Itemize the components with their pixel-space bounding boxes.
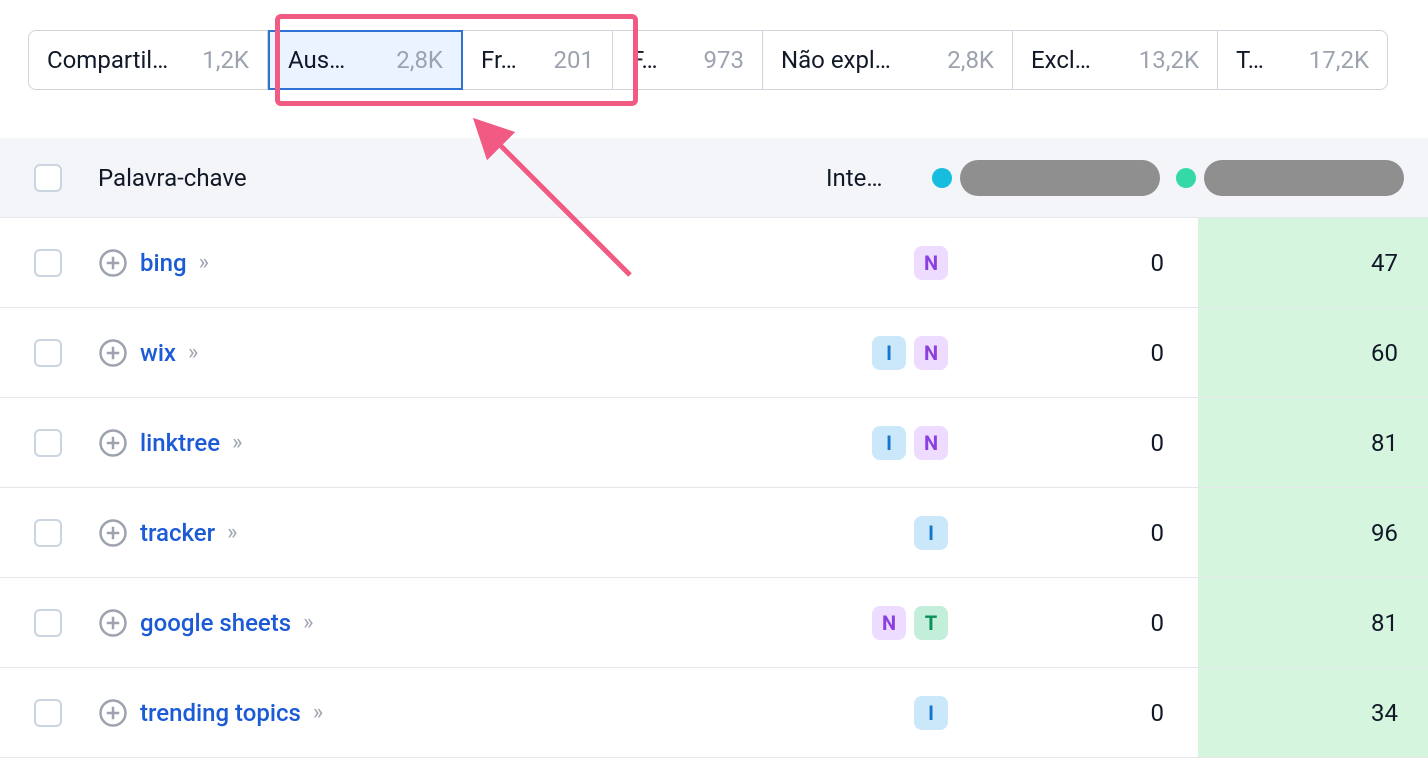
select-all-checkbox[interactable] <box>34 164 62 192</box>
redacted-label <box>960 160 1160 196</box>
tab-label: F… <box>631 46 658 74</box>
intent-badge-n: N <box>914 426 948 460</box>
keyword-link[interactable]: google sheets <box>140 609 291 637</box>
tab-label: T… <box>1236 46 1264 74</box>
metric-b-value: 96 <box>1198 488 1428 577</box>
metric-b-value: 34 <box>1198 668 1428 757</box>
column-header-metric-b[interactable] <box>1176 160 1428 196</box>
table-row: bing » N047 <box>0 218 1428 308</box>
keyword-link[interactable]: wix <box>140 339 176 367</box>
metric-a-value: 0 <box>948 249 1198 277</box>
keyword-link[interactable]: bing <box>140 249 187 277</box>
metric-a-value: 0 <box>948 609 1198 637</box>
metric-a-value: 0 <box>948 429 1198 457</box>
chevron-right-icon[interactable]: » <box>188 340 194 365</box>
chevron-right-icon[interactable]: » <box>199 250 205 275</box>
tab-label: Aus… <box>288 46 345 74</box>
metric-b-value: 60 <box>1198 308 1428 397</box>
keyword-cell: tracker » <box>98 518 838 548</box>
intent-badge-t: T <box>914 606 948 640</box>
metric-a-value: 0 <box>948 339 1198 367</box>
intent-cell: IN <box>838 336 948 370</box>
filter-tabs: Compartil… 1,2K Aus… 2,8K Fr… 201 F… 973… <box>0 0 1428 90</box>
tab-t[interactable]: T… 17,2K <box>1218 30 1388 90</box>
keyword-cell: google sheets » <box>98 608 838 638</box>
table-row: tracker » I096 <box>0 488 1428 578</box>
metric-a-value: 0 <box>948 699 1198 727</box>
dot-icon <box>1176 168 1196 188</box>
tab-excl[interactable]: Excl… 13,2K <box>1013 30 1218 90</box>
tab-count: 201 <box>554 46 594 74</box>
intent-cell: NT <box>838 606 948 640</box>
tab-nao-expl[interactable]: Não expl… 2,8K <box>763 30 1013 90</box>
intent-badge-i: I <box>872 336 906 370</box>
intent-badge-n: N <box>914 336 948 370</box>
tab-count: 13,2K <box>1139 46 1199 74</box>
table-row: linktree » IN081 <box>0 398 1428 488</box>
dot-icon <box>932 168 952 188</box>
chevron-right-icon[interactable]: » <box>313 700 319 725</box>
metric-b-value: 47 <box>1198 218 1428 307</box>
tab-label: Excl… <box>1031 46 1091 74</box>
add-circle-icon[interactable] <box>98 338 128 368</box>
intent-badge-n: N <box>872 606 906 640</box>
intent-cell: N <box>838 246 948 280</box>
keyword-link[interactable]: tracker <box>140 519 215 547</box>
table-row: trending topics » I034 <box>0 668 1428 758</box>
table-row: google sheets » NT081 <box>0 578 1428 668</box>
table-header: Palavra-chave Inte… <box>0 138 1428 218</box>
chevron-right-icon[interactable]: » <box>232 430 238 455</box>
intent-cell: I <box>838 516 948 550</box>
tab-label: Fr… <box>481 46 517 74</box>
row-checkbox[interactable] <box>34 519 62 547</box>
intent-cell: IN <box>838 426 948 460</box>
row-checkbox[interactable] <box>34 699 62 727</box>
tab-fr[interactable]: Fr… 201 <box>463 30 613 90</box>
tab-label: Não expl… <box>781 46 891 74</box>
keyword-cell: trending topics » <box>98 698 838 728</box>
keyword-link[interactable]: trending topics <box>140 699 301 727</box>
tab-count: 1,2K <box>202 46 249 74</box>
row-checkbox[interactable] <box>34 339 62 367</box>
keyword-cell: linktree » <box>98 428 838 458</box>
add-circle-icon[interactable] <box>98 518 128 548</box>
intent-badge-i: I <box>872 426 906 460</box>
intent-badge-i: I <box>914 516 948 550</box>
keyword-link[interactable]: linktree <box>140 429 220 457</box>
column-header-intent[interactable]: Inte… <box>826 164 916 192</box>
tab-count: 2,8K <box>396 46 443 74</box>
metric-b-value: 81 <box>1198 398 1428 487</box>
add-circle-icon[interactable] <box>98 608 128 638</box>
table-row: wix » IN060 <box>0 308 1428 398</box>
row-checkbox[interactable] <box>34 609 62 637</box>
redacted-label <box>1204 160 1404 196</box>
add-circle-icon[interactable] <box>98 428 128 458</box>
add-circle-icon[interactable] <box>98 698 128 728</box>
metric-b-value: 81 <box>1198 578 1428 667</box>
tab-aus[interactable]: Aus… 2,8K <box>268 30 463 90</box>
add-circle-icon[interactable] <box>98 248 128 278</box>
tab-count: 973 <box>704 46 744 74</box>
tab-count: 17,2K <box>1309 46 1369 74</box>
intent-badge-n: N <box>914 246 948 280</box>
chevron-right-icon[interactable]: » <box>227 520 233 545</box>
tab-label: Compartil… <box>47 46 168 74</box>
column-header-metric-a[interactable] <box>932 160 1160 196</box>
row-checkbox[interactable] <box>34 429 62 457</box>
keyword-cell: bing » <box>98 248 838 278</box>
metric-a-value: 0 <box>948 519 1198 547</box>
row-checkbox[interactable] <box>34 249 62 277</box>
tab-compartil[interactable]: Compartil… 1,2K <box>28 30 268 90</box>
chevron-right-icon[interactable]: » <box>303 610 309 635</box>
intent-badge-i: I <box>914 696 948 730</box>
tab-f[interactable]: F… 973 <box>613 30 763 90</box>
column-header-keyword[interactable]: Palavra-chave <box>98 164 826 192</box>
table-body: bing»N047wix»IN060linktree»IN081tracker»… <box>0 218 1428 758</box>
keyword-cell: wix » <box>98 338 838 368</box>
tab-count: 2,8K <box>947 46 994 74</box>
intent-cell: I <box>838 696 948 730</box>
